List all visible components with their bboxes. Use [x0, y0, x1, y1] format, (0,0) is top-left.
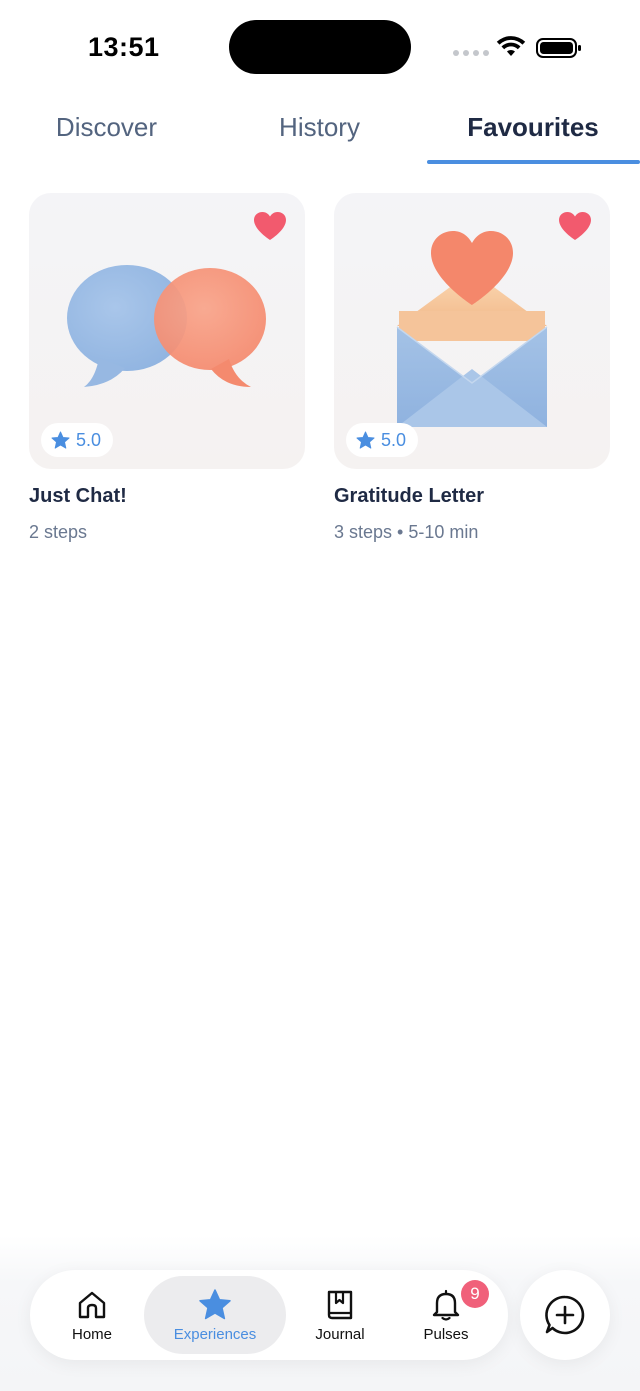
journal-icon — [327, 1290, 353, 1319]
new-chat-button[interactable] — [520, 1270, 610, 1360]
nav-item-experiences[interactable]: Experiences — [144, 1276, 286, 1354]
status-bar: 13:51 — [0, 0, 640, 92]
favourite-heart-icon[interactable] — [253, 211, 287, 241]
star-icon — [51, 430, 70, 449]
rating-value: 5.0 — [381, 429, 407, 450]
dynamic-island — [229, 20, 411, 74]
wifi-icon — [496, 36, 526, 56]
chat-plus-icon — [545, 1295, 585, 1335]
nav-item-home[interactable]: Home — [50, 1270, 134, 1360]
experience-card-gratitude-letter[interactable]: 5.0 Gratitude Letter 3 steps • 5-10 min — [334, 193, 610, 543]
notification-badge: 9 — [461, 1280, 489, 1308]
card-title[interactable]: Just Chat! — [29, 485, 305, 508]
home-icon — [78, 1291, 106, 1318]
cellular-icon — [453, 50, 489, 56]
nav-label: Home — [71, 1325, 112, 1343]
rating-value: 5.0 — [76, 429, 102, 450]
battery-icon — [536, 38, 581, 58]
active-tab-indicator — [427, 160, 640, 164]
nav-label: Pulses — [423, 1325, 469, 1343]
card-title[interactable]: Gratitude Letter — [334, 485, 610, 508]
tab-favourites[interactable]: Favourites — [426, 104, 640, 164]
tab-discover[interactable]: Discover — [0, 104, 213, 164]
favourite-heart-icon[interactable] — [558, 211, 592, 241]
tab-bar: Discover History Favourites — [0, 104, 640, 164]
nav-item-journal[interactable]: Journal — [298, 1270, 382, 1360]
card-meta: 3 steps • 5-10 min — [334, 522, 479, 542]
rating-badge: 5.0 — [41, 423, 114, 457]
bell-icon — [432, 1289, 460, 1321]
nav-label: Experiences — [173, 1325, 257, 1343]
star-icon — [199, 1288, 231, 1319]
status-time: 13:51 — [88, 32, 160, 62]
card-meta: 2 steps — [29, 522, 88, 542]
experience-card-just-chat[interactable]: 5.0 Just Chat! 2 steps — [29, 193, 305, 543]
tab-history[interactable]: History — [213, 104, 426, 164]
rating-badge: 5.0 — [346, 423, 419, 457]
star-icon — [356, 430, 375, 449]
card-image[interactable]: 5.0 — [29, 193, 305, 469]
nav-item-pulses[interactable]: Pulses 9 — [404, 1270, 489, 1360]
bottom-nav: Home Experiences Journal Pulses 9 — [30, 1270, 508, 1360]
card-image[interactable]: 5.0 — [334, 193, 610, 469]
nav-label: Journal — [315, 1325, 365, 1343]
